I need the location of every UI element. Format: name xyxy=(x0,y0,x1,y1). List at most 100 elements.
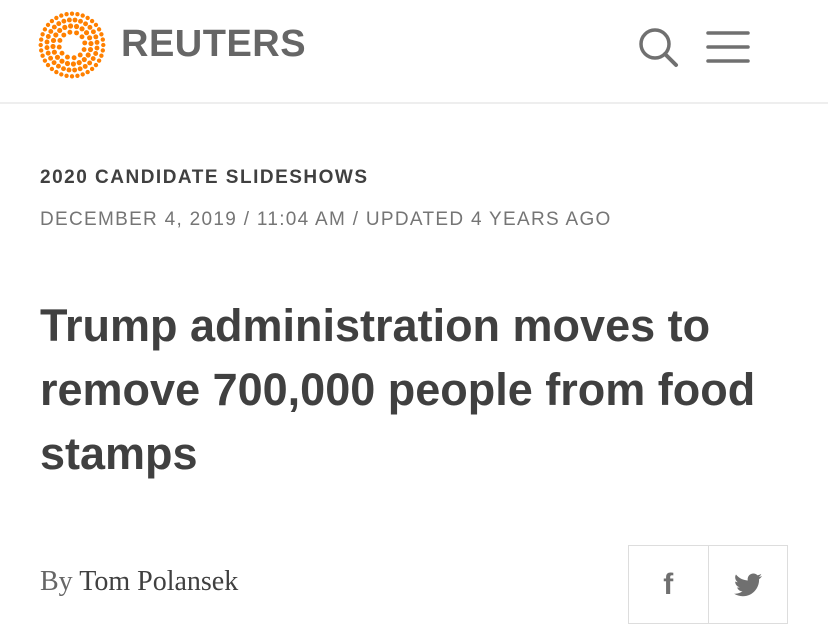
article-byline: By Tom Polansek xyxy=(40,564,238,600)
logo-dot xyxy=(51,60,57,66)
logo-dot xyxy=(96,27,102,32)
logo-dot xyxy=(42,27,48,32)
logo-dot xyxy=(80,72,85,77)
hamburger-menu-icon xyxy=(706,31,750,63)
logo-dot xyxy=(72,67,78,73)
twitter-share-button[interactable] xyxy=(707,546,788,623)
logo-dot xyxy=(80,13,85,18)
logo-dot xyxy=(77,66,83,72)
logo-dot xyxy=(89,66,95,72)
logo-dot xyxy=(64,60,71,67)
logo-dot xyxy=(55,63,61,69)
logo-dot xyxy=(99,32,104,37)
logo-dot xyxy=(54,54,61,60)
logo-dot xyxy=(101,42,106,48)
logo-dot xyxy=(75,73,80,78)
search-button[interactable] xyxy=(630,22,684,72)
logo-dot xyxy=(94,45,100,51)
logo-dot xyxy=(64,73,69,78)
section-kicker-link[interactable]: 2020 CANDIDATE SLIDESHOWS xyxy=(40,166,369,190)
logo-dot xyxy=(51,49,57,55)
logo-dot xyxy=(38,42,43,48)
site-wordmark[interactable]: REUTERS xyxy=(121,24,306,64)
logo-dot xyxy=(74,30,79,36)
logo-dot xyxy=(99,53,104,58)
logo-dot xyxy=(45,62,51,68)
logo-dot xyxy=(100,48,105,53)
logo-dot xyxy=(88,41,94,47)
logo-dot xyxy=(90,56,96,62)
logo-dot xyxy=(79,26,85,32)
article-dateline: DECEMBER 4, 2019 / 11:04 AM / UPDATED 4 … xyxy=(40,209,612,230)
logo-dot xyxy=(90,29,96,35)
logo-dot xyxy=(68,23,74,29)
logo-dot xyxy=(93,51,99,56)
logo-dot xyxy=(54,15,59,21)
logo-dot xyxy=(100,37,105,42)
logo-dot xyxy=(45,34,51,39)
logo-dot xyxy=(93,62,99,68)
logo-dot xyxy=(72,17,78,23)
logo-dot xyxy=(59,13,64,18)
logo-dot xyxy=(75,12,80,17)
logo-dot xyxy=(66,67,72,73)
logo-dot xyxy=(76,60,82,66)
logo-dot xyxy=(44,39,50,45)
logo-dot xyxy=(96,58,102,63)
logo-dot xyxy=(73,23,80,30)
logo-dot xyxy=(64,12,69,17)
site-header: REUTERS xyxy=(0,0,828,104)
logo-dot xyxy=(87,46,94,53)
logo-dot xyxy=(45,22,51,28)
logo-dot xyxy=(82,63,88,69)
logo-dot xyxy=(59,72,64,77)
logo-dot xyxy=(44,45,50,51)
logo-dot xyxy=(67,29,73,35)
logo-dot xyxy=(61,18,67,24)
logo-dot xyxy=(83,30,90,36)
logo-dot xyxy=(45,50,51,56)
logo-dot xyxy=(40,53,45,58)
facebook-icon: f xyxy=(663,567,674,601)
logo-dot xyxy=(48,28,54,34)
logo-dot xyxy=(71,55,77,61)
logo-dot xyxy=(81,56,87,63)
logo-dot xyxy=(50,43,56,49)
logo-dot xyxy=(87,24,93,30)
logo-dot xyxy=(70,61,76,67)
logo-dot xyxy=(56,44,62,50)
logo-dot xyxy=(77,52,83,58)
logo-dot xyxy=(78,18,83,24)
author-name-link[interactable]: Tom Polansek xyxy=(79,566,238,597)
logo-dot xyxy=(83,21,89,27)
logo-dot xyxy=(69,11,75,16)
logo-dot xyxy=(81,47,87,52)
logo-dot xyxy=(66,17,72,23)
logo-dot xyxy=(39,37,44,42)
search-icon xyxy=(639,28,678,67)
logo-dot xyxy=(49,18,55,24)
logo-dot xyxy=(40,32,45,37)
logo-dot xyxy=(59,50,65,56)
logo-dot xyxy=(49,66,55,72)
reuters-logo-icon[interactable] xyxy=(38,11,106,79)
logo-dot xyxy=(51,24,57,30)
menu-button[interactable] xyxy=(700,22,754,72)
logo-dot xyxy=(56,21,62,27)
logo-dot xyxy=(69,74,75,79)
twitter-icon xyxy=(733,572,762,596)
share-buttons: f xyxy=(628,545,788,624)
logo-dot xyxy=(53,32,59,38)
logo-dot xyxy=(85,69,90,75)
logo-dot xyxy=(85,52,91,58)
facebook-share-button[interactable]: f xyxy=(629,546,708,623)
article-headline: Trump administration moves to remove 700… xyxy=(40,300,756,479)
logo-dot xyxy=(42,58,48,63)
logo-dot xyxy=(93,22,99,28)
logo-dot xyxy=(79,34,85,40)
logo-dot xyxy=(82,40,88,46)
logo-dot xyxy=(54,69,59,75)
logo-dot xyxy=(61,66,66,72)
logo-dot xyxy=(62,24,68,30)
logo-dot xyxy=(65,54,70,60)
